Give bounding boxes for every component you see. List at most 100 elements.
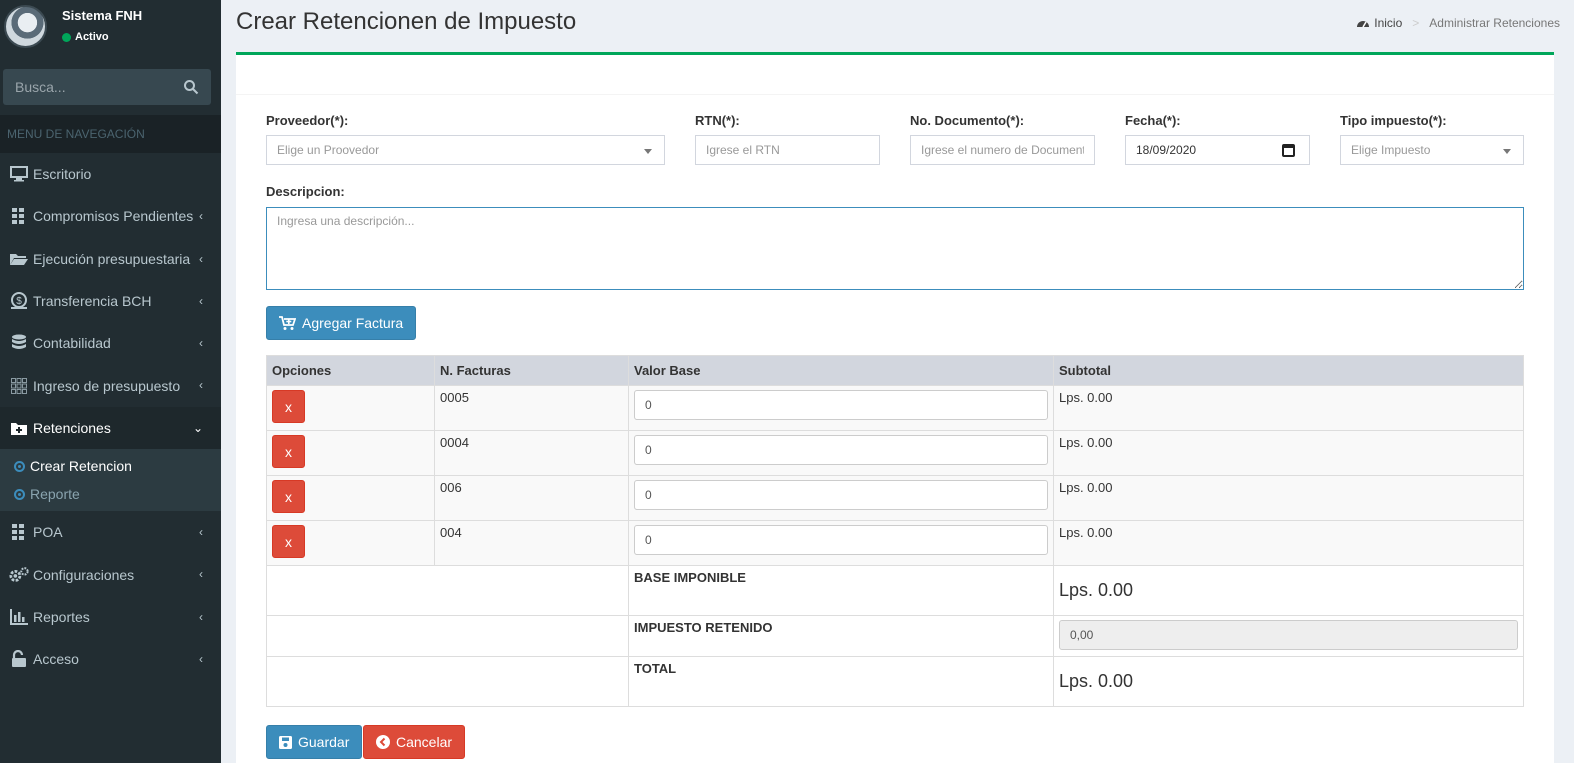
chevron-left-icon: ‹ bbox=[199, 209, 203, 224]
cancelar-button[interactable]: Cancelar bbox=[363, 725, 466, 759]
options-cell: x bbox=[266, 385, 435, 431]
search-icon[interactable] bbox=[183, 79, 199, 95]
sidebar-item-poa[interactable]: POA ‹ bbox=[0, 511, 221, 553]
subtotal-cell: Lps. 0.00 bbox=[1053, 475, 1524, 521]
sidebar-item-reportes[interactable]: Reportes ‹ bbox=[0, 596, 221, 638]
sidebar-item-contabilidad[interactable]: Contabilidad ‹ bbox=[0, 322, 221, 364]
search-box bbox=[3, 69, 211, 105]
sidebar-item-label: Retenciones bbox=[33, 419, 111, 436]
descripcion-textarea[interactable] bbox=[266, 207, 1524, 290]
sidebar-item-retenciones[interactable]: Retenciones ⌄ bbox=[0, 406, 221, 450]
sidebar-item-transferencia[interactable]: $ Transferencia BCH ‹ bbox=[0, 280, 221, 322]
valor-cell bbox=[628, 385, 1054, 431]
remove-row-button[interactable]: x bbox=[272, 435, 305, 468]
fecha-input[interactable]: 18/09/2020 bbox=[1125, 135, 1310, 165]
grid-icon bbox=[9, 524, 29, 541]
svg-text:$: $ bbox=[16, 296, 22, 307]
sidebar-item-label: Reportes bbox=[33, 608, 90, 625]
valor-base-input[interactable] bbox=[645, 533, 1037, 547]
grid-icon bbox=[9, 377, 29, 394]
bar-chart-icon bbox=[9, 608, 29, 625]
breadcrumb-home[interactable]: Inicio bbox=[1356, 16, 1402, 30]
gears-icon bbox=[9, 566, 29, 583]
arrow-circle-left-icon bbox=[376, 735, 390, 749]
factura-cell: 004 bbox=[434, 520, 629, 566]
base-imponible-value: Lps. 0.00 bbox=[1059, 580, 1134, 600]
sidebar-item-label: Transferencia BCH bbox=[33, 293, 152, 310]
calendar-icon[interactable] bbox=[1282, 144, 1295, 157]
submenu-item-crear-retencion[interactable]: Crear Retencion bbox=[0, 452, 221, 480]
breadcrumb-home-label: Inicio bbox=[1374, 16, 1403, 30]
documento-input[interactable] bbox=[921, 143, 1084, 157]
search-input[interactable] bbox=[15, 79, 175, 95]
proveedor-label: Proveedor(*): bbox=[266, 113, 349, 128]
total-value: Lps. 0.00 bbox=[1059, 671, 1134, 691]
guardar-button[interactable]: Guardar bbox=[266, 725, 363, 759]
nav-header: MENU DE NAVEGACIÓN bbox=[0, 115, 221, 153]
rtn-label: RTN(*): bbox=[695, 113, 740, 128]
descripcion-label: Descripcion: bbox=[266, 184, 345, 199]
valor-cell bbox=[628, 520, 1054, 566]
submenu-item-label: Crear Retencion bbox=[30, 458, 132, 475]
documento-label: No. Documento(*): bbox=[910, 113, 1025, 128]
grid-icon bbox=[9, 208, 29, 225]
descripcion-group: Descripcion: bbox=[266, 184, 345, 206]
sidebar-item-ingreso[interactable]: Ingreso de presupuesto ‹ bbox=[0, 364, 221, 406]
column-header: N. Facturas bbox=[434, 355, 629, 386]
options-cell: x bbox=[266, 475, 435, 521]
breadcrumb: Inicio > Administrar Retenciones bbox=[1356, 16, 1560, 30]
chevron-left-icon: ‹ bbox=[199, 609, 203, 624]
sidebar-item-escritorio[interactable]: Escritorio bbox=[0, 153, 221, 195]
remove-row-button[interactable]: x bbox=[272, 480, 305, 513]
fecha-label: Fecha(*): bbox=[1125, 113, 1181, 128]
sidebar-item-label: Acceso bbox=[33, 651, 79, 668]
sidebar-item-compromisos[interactable]: Compromisos Pendientes ‹ bbox=[0, 195, 221, 237]
sidebar: Sistema FNH Activo MENU DE NAVEGACIÓN Es… bbox=[0, 0, 221, 763]
chevron-left-icon: ‹ bbox=[199, 293, 203, 308]
sidebar-item-acceso[interactable]: Acceso ‹ bbox=[0, 638, 221, 680]
impuesto-retenido-label: IMPUESTO RETENIDO bbox=[634, 620, 773, 635]
agregar-factura-button[interactable]: Agregar Factura bbox=[266, 306, 417, 340]
options-cell: x bbox=[266, 430, 435, 476]
chevron-left-icon: ‹ bbox=[199, 378, 203, 393]
app-name: Sistema FNH bbox=[62, 8, 143, 23]
proveedor-placeholder: Elige un Proovedor bbox=[277, 143, 380, 157]
chevron-left-icon: ‹ bbox=[199, 651, 203, 666]
chevron-left-icon: ‹ bbox=[199, 336, 203, 351]
submenu-item-reporte[interactable]: Reporte bbox=[0, 480, 221, 508]
subtotal-cell: Lps. 0.00 bbox=[1053, 430, 1524, 476]
facturas-table: Opciones N. Facturas Valor Base Subtotal… bbox=[266, 355, 1524, 707]
valor-base-field bbox=[634, 525, 1048, 555]
money-icon: $ bbox=[9, 292, 29, 310]
rtn-field-wrap bbox=[695, 135, 880, 165]
database-icon bbox=[9, 334, 29, 351]
sidebar-item-configuraciones[interactable]: Configuraciones ‹ bbox=[0, 553, 221, 595]
table-row: x 004 Lps. 0.00 bbox=[266, 520, 1524, 566]
factura-cell: 006 bbox=[434, 475, 629, 521]
chevron-down-icon: ⌄ bbox=[192, 420, 203, 435]
sidebar-item-label: Contabilidad bbox=[33, 335, 111, 352]
status-dot-icon bbox=[62, 32, 71, 42]
remove-row-button[interactable]: x bbox=[272, 390, 305, 423]
user-panel: Sistema FNH Activo bbox=[0, 0, 221, 62]
valor-base-input[interactable] bbox=[645, 488, 1037, 502]
table-row: x 0004 Lps. 0.00 bbox=[266, 430, 1524, 476]
tipo-select[interactable]: Elige Impuesto bbox=[1340, 135, 1524, 165]
sidebar-item-ejecucion[interactable]: Ejecución presupuestaria ‹ bbox=[0, 238, 221, 280]
breadcrumb-current: Administrar Retenciones bbox=[1429, 16, 1560, 30]
valor-base-input[interactable] bbox=[645, 443, 1037, 457]
sidebar-item-label: Configuraciones bbox=[33, 566, 135, 583]
summary-row-base: BASE IMPONIBLE Lps. 0.00 bbox=[266, 565, 1524, 616]
summary-row-impuesto: IMPUESTO RETENIDO 0,00 bbox=[266, 615, 1524, 657]
valor-base-input[interactable] bbox=[645, 398, 1037, 412]
unlock-icon bbox=[9, 650, 29, 668]
remove-row-button[interactable]: x bbox=[272, 525, 305, 558]
proveedor-select[interactable]: Elige un Proovedor bbox=[266, 135, 665, 165]
tipo-label: Tipo impuesto(*): bbox=[1340, 113, 1447, 128]
valor-cell bbox=[628, 430, 1054, 476]
column-header: Opciones bbox=[266, 355, 435, 386]
submenu-item-label: Reporte bbox=[30, 486, 80, 503]
page-title: Crear Retencionen de Impuesto bbox=[236, 8, 577, 35]
rtn-input[interactable] bbox=[706, 143, 869, 157]
sidebar-item-label: POA bbox=[33, 524, 63, 541]
